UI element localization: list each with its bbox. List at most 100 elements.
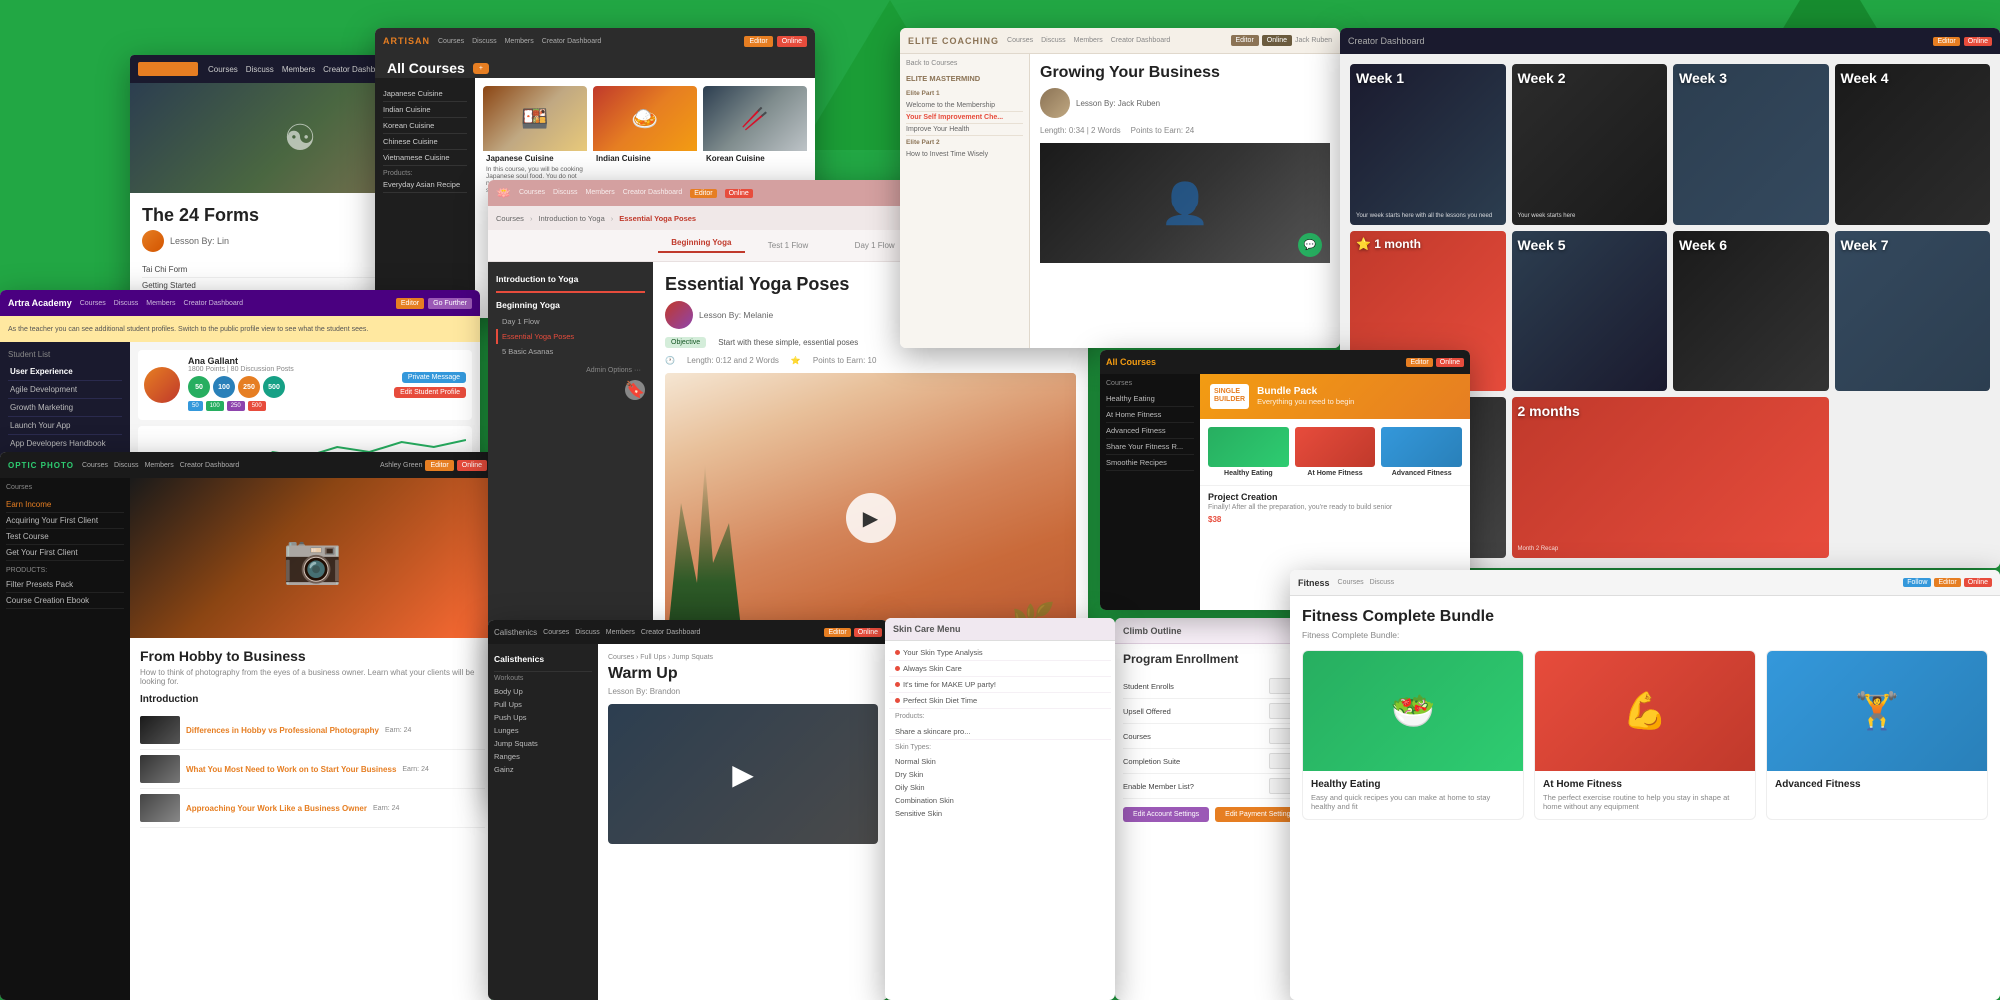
photo-side-2[interactable]: Acquiring Your First Client (6, 513, 124, 529)
cuisine-side-1[interactable]: Japanese Cuisine (383, 86, 467, 102)
nav-discuss[interactable]: Discuss (246, 65, 274, 74)
cuisine-editor-btn[interactable]: Editor (744, 36, 772, 47)
calis-editor-btn[interactable]: Editor (824, 628, 850, 637)
skin-combo[interactable]: Combination Skin (889, 794, 1111, 807)
bundle-side-1[interactable]: Healthy Eating (1106, 391, 1194, 407)
fitness-course-1[interactable]: 🥗 Healthy Eating Easy and quick recipes … (1302, 650, 1524, 820)
calis-item-5[interactable]: Jump Squats (494, 737, 592, 750)
skin-item-1[interactable]: Your Skin Type Analysis (889, 645, 1111, 661)
skin-item-2[interactable]: Always Skin Care (889, 661, 1111, 677)
bundle-online-btn[interactable]: Online (1436, 358, 1464, 367)
academy-message-btn[interactable]: Private Message (402, 372, 466, 383)
weekly-editor-btn[interactable]: Editor (1933, 37, 1959, 46)
calis-item-3[interactable]: Push Ups (494, 711, 592, 724)
calis-item-6[interactable]: Ranges (494, 750, 592, 763)
academy-side-3[interactable]: Growth Marketing (8, 399, 122, 417)
business-item-1[interactable]: Welcome to the Membership (906, 100, 1023, 112)
photo-lesson-3[interactable]: Approaching Your Work Like a Business Ow… (140, 789, 485, 828)
week-2-card[interactable]: Week 2 Your week starts here (1512, 64, 1668, 225)
yoga-tab-beginning[interactable]: Beginning Yoga (658, 238, 745, 253)
bundle-side-3[interactable]: Advanced Fitness (1106, 423, 1194, 439)
photo-side-5[interactable]: Filter Presets Pack (6, 577, 124, 593)
photo-side-3[interactable]: Test Course (6, 529, 124, 545)
business-online-btn[interactable]: Online (1262, 35, 1292, 46)
yoga-bookmark-icon[interactable]: 🔖 (625, 380, 645, 400)
cuisine-side-2[interactable]: Indian Cuisine (383, 102, 467, 118)
bundle-side-5[interactable]: Smoothie Recipes (1106, 455, 1194, 471)
yoga-nav-item-3[interactable]: 5 Basic Asanas (496, 344, 645, 359)
yoga-bc-1[interactable]: Courses (496, 214, 524, 223)
cuisine-add-btn[interactable]: + (473, 63, 489, 74)
business-editor-btn[interactable]: Editor (1231, 35, 1259, 46)
cuisine-side-6[interactable]: Everyday Asian Recipe (383, 177, 467, 193)
academy-side-1[interactable]: User Experience (8, 363, 122, 381)
course-japanese[interactable]: 🍱 Japanese Cuisine In this course, you w… (483, 86, 587, 194)
bundle-mini-3[interactable]: Advanced Fitness (1381, 427, 1462, 477)
bundle-side-2[interactable]: At Home Fitness (1106, 407, 1194, 423)
calis-item-1[interactable]: Body Up (494, 685, 592, 698)
calis-online-btn[interactable]: Online (854, 628, 882, 637)
skin-oily[interactable]: Oily Skin (889, 781, 1111, 794)
photo-side-6[interactable]: Course Creation Ebook (6, 593, 124, 609)
yoga-nav-item-2[interactable]: Essential Yoga Poses (496, 329, 645, 344)
skin-normal[interactable]: Normal Skin (889, 755, 1111, 768)
yoga-play-button[interactable]: ▶ (846, 493, 896, 543)
week-1-card[interactable]: Week 1 Your week starts here with all th… (1350, 64, 1506, 225)
skin-item-4[interactable]: Perfect Skin Diet Time (889, 693, 1111, 709)
nav-members[interactable]: Members (282, 65, 315, 74)
yoga-nav-intro[interactable]: Introduction to Yoga (496, 270, 645, 288)
skin-dry[interactable]: Dry Skin (889, 768, 1111, 781)
bundle-editor-btn[interactable]: Editor (1406, 358, 1432, 367)
cuisine-online-btn[interactable]: Online (777, 36, 807, 47)
yoga-nav-beginning[interactable]: Beginning Yoga (496, 296, 645, 314)
academy-editor-btn[interactable]: Editor (396, 298, 424, 309)
business-item-2[interactable]: Your Self Improvement Che... (906, 112, 1023, 124)
week-4-card[interactable]: Week 4 (1835, 64, 1991, 225)
cuisine-side-4[interactable]: Chinese Cuisine (383, 134, 467, 150)
academy-further-btn[interactable]: Go Further (428, 298, 472, 309)
bundle-mini-1[interactable]: Healthy Eating (1208, 427, 1289, 477)
fitness-course-2[interactable]: 💪 At Home Fitness The perfect exercise r… (1534, 650, 1756, 820)
week-5-card[interactable]: Week 5 (1512, 231, 1668, 392)
yoga-nav-item-1[interactable]: Day 1 Flow (496, 314, 645, 329)
fitness-follow-btn[interactable]: Follow (1903, 578, 1931, 587)
calis-video[interactable]: ▶ (608, 704, 878, 844)
bundle-side-4[interactable]: Share Your Fitness R... (1106, 439, 1194, 455)
business-chat-icon[interactable]: 💬 (1298, 233, 1322, 257)
month-2-card[interactable]: 2 months Month 2 Recap (1512, 397, 1829, 558)
yoga-tab-test1[interactable]: Test 1 Flow (745, 241, 832, 250)
calis-item-2[interactable]: Pull Ups (494, 698, 592, 711)
skin-item-5[interactable]: Share a skincare pro... (889, 724, 1111, 740)
climb-account-btn[interactable]: Edit Account Settings (1123, 807, 1209, 822)
fitness-course-3[interactable]: 🏋️ Advanced Fitness (1766, 650, 1988, 820)
nav-courses[interactable]: Courses (208, 65, 238, 74)
calis-item-7[interactable]: Gainz (494, 763, 592, 776)
photo-lesson-1[interactable]: Differences in Hobby vs Professional Pho… (140, 711, 485, 750)
week-6-card[interactable]: Week 6 (1673, 231, 1829, 392)
business-item-3[interactable]: Improve Your Health (906, 124, 1023, 136)
yoga-admin-options[interactable]: Admin Options ··· (496, 367, 645, 374)
academy-profile-btn[interactable]: Edit Student Profile (394, 387, 466, 398)
photo-side-1[interactable]: Earn Income (6, 497, 124, 513)
academy-side-5[interactable]: App Developers Handbook (8, 435, 122, 453)
photo-side-4[interactable]: Get Your First Client (6, 545, 124, 561)
business-video[interactable]: 👤 💬 (1040, 143, 1330, 263)
fitness-online-btn[interactable]: Online (1964, 578, 1992, 587)
photo-lesson-2[interactable]: What You Most Need to Work on to Start Y… (140, 750, 485, 789)
week-3-card[interactable]: Week 3 (1673, 64, 1829, 225)
photo-online-btn[interactable]: Online (457, 460, 487, 471)
photo-editor-btn[interactable]: Editor (425, 460, 453, 471)
week-7-card[interactable]: Week 7 (1835, 231, 1991, 392)
course-korean[interactable]: 🥢 Korean Cuisine (703, 86, 807, 194)
academy-side-4[interactable]: Launch Your App (8, 417, 122, 435)
fitness-editor-btn[interactable]: Editor (1934, 578, 1960, 587)
skin-sensitive[interactable]: Sensitive Skin (889, 807, 1111, 820)
weekly-online-btn[interactable]: Online (1964, 37, 1992, 46)
cuisine-side-3[interactable]: Korean Cuisine (383, 118, 467, 134)
yoga-bc-2[interactable]: Introduction to Yoga (538, 214, 604, 223)
skin-item-3[interactable]: It's time for MAKE UP party! (889, 677, 1111, 693)
bundle-mini-2[interactable]: At Home Fitness (1295, 427, 1376, 477)
cuisine-side-5[interactable]: Vietnamese Cuisine (383, 150, 467, 166)
calis-item-4[interactable]: Lunges (494, 724, 592, 737)
business-item-4[interactable]: How to Invest Time Wisely (906, 149, 1023, 160)
